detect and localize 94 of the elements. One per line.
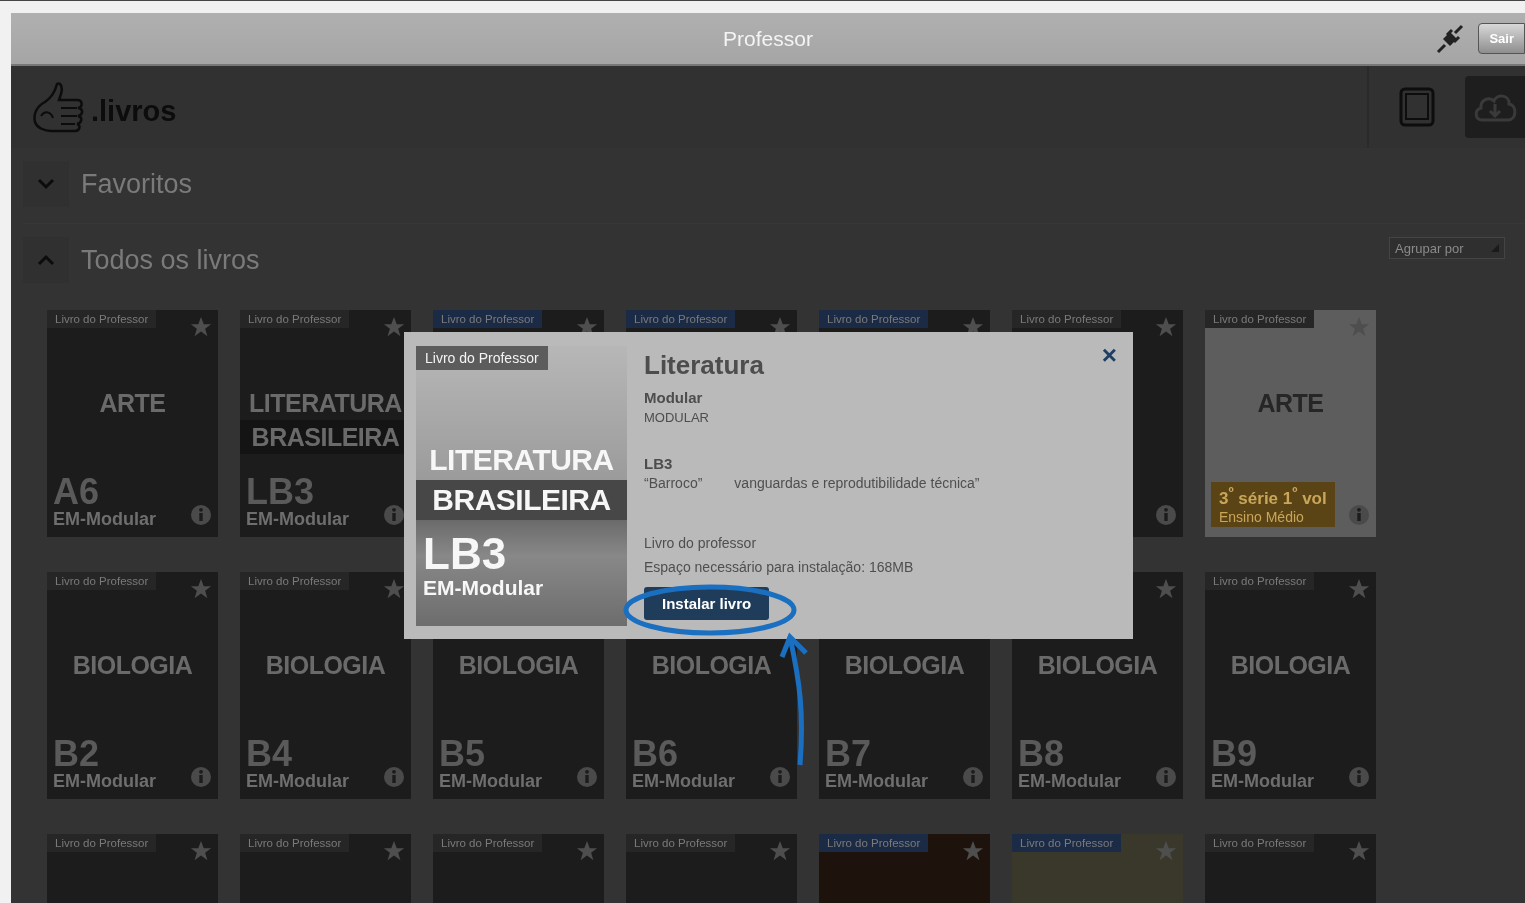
- book-title: ARTE: [99, 388, 166, 419]
- group-by-select[interactable]: Agrupar por: [1389, 237, 1505, 259]
- star-icon[interactable]: [1155, 578, 1177, 600]
- close-button[interactable]: ×: [1101, 344, 1117, 366]
- book-cover[interactable]: Livro do Professor: [1205, 834, 1376, 903]
- book-tag: Livro do Professor: [416, 346, 548, 370]
- book-cover[interactable]: Livro do Professor LITERATURA BRASILEIRA LB3 EM-Modular: [240, 310, 411, 537]
- book-title: BIOLOGIA: [458, 650, 579, 681]
- star-icon[interactable]: [1348, 578, 1370, 600]
- star-icon[interactable]: [1155, 840, 1177, 862]
- book-title: BIOLOGIA: [1230, 650, 1351, 681]
- edition-text: MODULAR: [644, 410, 709, 425]
- book-tag: Livro do Professor: [240, 834, 350, 852]
- chevron-icon: [37, 254, 55, 266]
- book-cover[interactable]: Livro do Professor BIOLOGIA B2 EM-Modular: [47, 572, 218, 799]
- book-code: B7: [825, 737, 873, 771]
- book-tag: Livro do Professor: [819, 310, 929, 328]
- book-tag: Livro do Professor: [47, 310, 157, 328]
- book-series: EM-Modular: [246, 509, 349, 529]
- book-title: BIOLOGIA: [265, 650, 386, 681]
- book-series: EM-Modular: [439, 771, 542, 791]
- star-icon[interactable]: [1155, 316, 1177, 338]
- book-code: B2: [53, 737, 101, 771]
- book-code: LB3: [246, 475, 315, 509]
- book-tag: Livro do Professor: [240, 310, 350, 328]
- book-code: B8: [1018, 737, 1066, 771]
- star-icon[interactable]: [190, 578, 212, 600]
- dialog-title: Literatura: [644, 350, 764, 381]
- book-series: EM-Modular: [53, 771, 156, 791]
- book-tag: Livro do Professor: [1205, 310, 1315, 328]
- description-text: vanguardas e reprodutibilidade técnica”: [734, 475, 980, 491]
- book-series: EM-Modular: [1018, 771, 1121, 791]
- book-tag: Livro do Professor: [1012, 834, 1122, 852]
- window-title: Professor: [722, 26, 814, 51]
- book-code: B9: [1211, 737, 1259, 771]
- chevron-icon: [37, 178, 55, 190]
- install-size-text: Espaço necessário para instalação: 168MB: [644, 559, 914, 575]
- book-code: A6: [53, 475, 101, 509]
- book-cover[interactable]: Livro do Professor: [433, 834, 604, 903]
- book-cover[interactable]: Livro do Professor: [1012, 834, 1183, 903]
- book-code: B4: [246, 737, 294, 771]
- book-tag: Livro do Professor: [240, 572, 350, 590]
- book-tag: Livro do Professor: [47, 572, 157, 590]
- book-cover[interactable]: Livro do Professor: [240, 834, 411, 903]
- book-cover[interactable]: Livro do Professor: [47, 834, 218, 903]
- book-cover[interactable]: Livro do Professor BIOLOGIA B4 EM-Modular: [240, 572, 411, 799]
- book-title: LITERATURA: [249, 388, 402, 419]
- description-text: “Barroco”: [644, 475, 703, 491]
- book-cover[interactable]: Livro do Professor BIOLOGIA B9 EM-Modular: [1205, 572, 1376, 799]
- book-tag: Livro do Professor: [1012, 310, 1122, 328]
- book-tag: Livro do Professor: [433, 310, 543, 328]
- book-cover[interactable]: Livro do Professor ARTE A6 EM-Modular: [47, 310, 218, 537]
- star-icon[interactable]: [576, 840, 598, 862]
- star-icon[interactable]: [383, 840, 405, 862]
- book-series: EM-Modular: [1211, 771, 1314, 791]
- book-series: EM-Modular: [53, 509, 156, 529]
- tablet-icon: [1399, 87, 1435, 127]
- cloud-download-button[interactable]: [1465, 76, 1525, 138]
- book-title: LITERATURA: [429, 442, 614, 478]
- book-cover[interactable]: Livro do Professor: [819, 834, 990, 903]
- book-series: EM-Modular: [246, 771, 349, 791]
- level-text: Ensino Médio: [1219, 509, 1305, 525]
- star-icon[interactable]: [190, 840, 212, 862]
- book-tag: Livro do Professor: [433, 834, 543, 852]
- grade-text: 3$^{º}$ série 1$^{º}$ vol: [1219, 484, 1327, 509]
- logout-button[interactable]: Sair: [1478, 23, 1525, 54]
- book-tag: Livro do Professor: [626, 834, 736, 852]
- star-icon[interactable]: [1348, 840, 1370, 862]
- section-title: Todos os livros: [81, 244, 261, 276]
- collection-name: Modular: [644, 389, 703, 406]
- info-icon[interactable]: [383, 504, 405, 526]
- book-tag: Livro do Professor: [626, 310, 736, 328]
- book-title: BIOLOGIA: [72, 650, 193, 681]
- book-title: BIOLOGIA: [1037, 650, 1158, 681]
- book-title: BIOLOGIA: [651, 650, 772, 681]
- star-icon[interactable]: [383, 578, 405, 600]
- book-tag: Livro do Professor: [1205, 834, 1315, 852]
- book-title: BIOLOGIA: [844, 650, 965, 681]
- star-icon[interactable]: [190, 316, 212, 338]
- star-icon[interactable]: [962, 840, 984, 862]
- book-cover[interactable]: Livro do Professor: [626, 834, 797, 903]
- book-tag: Livro do Professor: [819, 834, 929, 852]
- section-title: Favoritos: [81, 168, 194, 200]
- book-code: B6: [632, 737, 680, 771]
- book-series: EM-Modular: [825, 771, 928, 791]
- book-series: EM-Modular: [632, 771, 735, 791]
- book-type: Livro do professor: [644, 535, 757, 551]
- book-code: LB3: [644, 455, 673, 472]
- book-title: BRASILEIRA: [416, 480, 627, 520]
- book-tag: Livro do Professor: [47, 834, 157, 852]
- star-icon[interactable]: [769, 840, 791, 862]
- star-icon[interactable]: [383, 316, 405, 338]
- book-code: B5: [439, 737, 487, 771]
- book-tag: Livro do Professor: [1205, 572, 1315, 590]
